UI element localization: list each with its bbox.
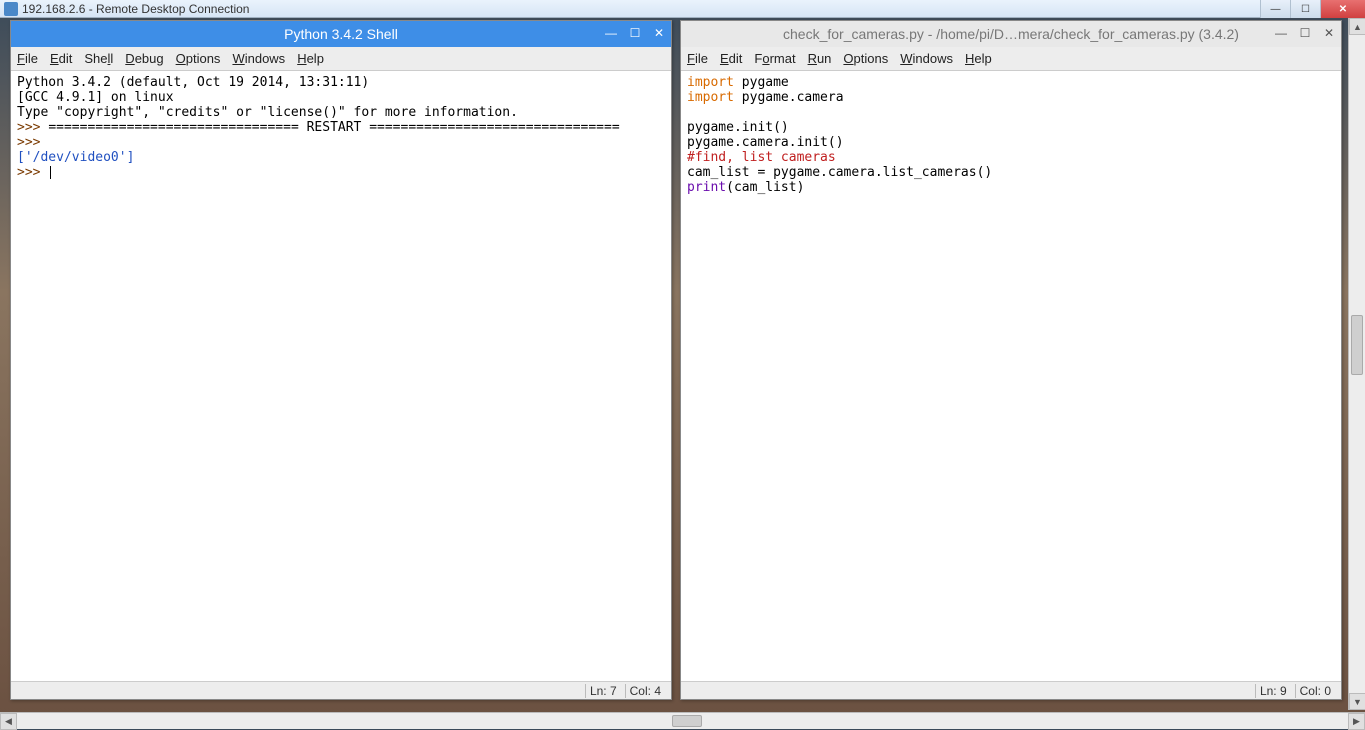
editor-minimize-button[interactable]: — [1273, 25, 1289, 41]
shell-status-col: Col: 4 [625, 684, 665, 698]
scroll-up-icon[interactable]: ▲ [1349, 18, 1365, 35]
scroll-left-icon[interactable]: ◀ [0, 713, 17, 730]
editor-maximize-button[interactable]: ☐ [1297, 25, 1313, 41]
builtin-print: print [687, 180, 726, 195]
remote-desktop-area: Python 3.4.2 Shell — ☐ ✕ File Edit Shell… [0, 18, 1365, 710]
shell-statusbar: Ln: 7 Col: 4 [11, 681, 671, 699]
editor-menu-edit[interactable]: Edit [720, 51, 742, 66]
rdp-close-button[interactable]: ✕ [1320, 0, 1365, 18]
rdp-titlebar: 192.168.2.6 - Remote Desktop Connection … [0, 0, 1365, 18]
rdp-horizontal-scrollbar[interactable]: ◀ ▶ [0, 712, 1365, 729]
editor-menu-format[interactable]: Format [754, 51, 795, 66]
editor-menubar: File Edit Format Run Options Windows Hel… [681, 47, 1341, 71]
shell-prompt: >>> [17, 135, 48, 150]
shell-title: Python 3.4.2 Shell [284, 26, 398, 42]
shell-titlebar[interactable]: Python 3.4.2 Shell — ☐ ✕ [11, 21, 671, 47]
shell-restart: ================================ RESTART… [48, 120, 619, 135]
code-text: pygame [734, 75, 789, 90]
scroll-down-icon[interactable]: ▼ [1349, 693, 1365, 710]
shell-prompt: >>> [17, 120, 48, 135]
shell-banner-line2: [GCC 4.9.1] on linux [17, 90, 174, 105]
shell-output: ['/dev/video0'] [17, 150, 134, 165]
shell-menu-options[interactable]: Options [176, 51, 221, 66]
code-text: (cam_list) [726, 180, 804, 195]
editor-title: check_for_cameras.py - /home/pi/D…mera/c… [783, 26, 1239, 42]
kw-import: import [687, 90, 734, 105]
editor-titlebar[interactable]: check_for_cameras.py - /home/pi/D…mera/c… [681, 21, 1341, 47]
shell-minimize-button[interactable]: — [603, 25, 619, 41]
rdp-vertical-scrollbar[interactable]: ▲ ▼ [1348, 18, 1365, 710]
shell-banner-line3: Type "copyright", "credits" or "license(… [17, 105, 518, 120]
editor-close-button[interactable]: ✕ [1321, 25, 1337, 41]
rdp-minimize-button[interactable]: — [1260, 0, 1290, 18]
rdp-window-controls: — ☐ ✕ [1260, 0, 1365, 18]
code-text: pygame.camera [734, 90, 844, 105]
shell-content[interactable]: Python 3.4.2 (default, Oct 19 2014, 13:3… [11, 71, 671, 681]
kw-import: import [687, 75, 734, 90]
editor-content[interactable]: import pygame import pygame.camera pygam… [681, 71, 1341, 681]
code-text: cam_list = pygame.camera.list_cameras() [687, 165, 992, 180]
rdp-icon [4, 2, 18, 16]
scroll-right-icon[interactable]: ▶ [1348, 713, 1365, 730]
editor-window: check_for_cameras.py - /home/pi/D…mera/c… [680, 20, 1342, 700]
editor-menu-help[interactable]: Help [965, 51, 992, 66]
rdp-maximize-button[interactable]: ☐ [1290, 0, 1320, 18]
shell-close-button[interactable]: ✕ [651, 25, 667, 41]
shell-menu-help[interactable]: Help [297, 51, 324, 66]
shell-status-line: Ln: 7 [585, 684, 621, 698]
code-text: pygame.init() [687, 120, 789, 135]
shell-menu-debug[interactable]: Debug [125, 51, 163, 66]
scroll-track[interactable] [1349, 35, 1365, 693]
shell-menu-file[interactable]: File [17, 51, 38, 66]
editor-menu-file[interactable]: File [687, 51, 708, 66]
editor-menu-options[interactable]: Options [843, 51, 888, 66]
editor-menu-windows[interactable]: Windows [900, 51, 953, 66]
shell-menu-windows[interactable]: Windows [232, 51, 285, 66]
editor-statusbar: Ln: 9 Col: 0 [681, 681, 1341, 699]
scroll-thumb[interactable] [1351, 315, 1363, 375]
editor-status-col: Col: 0 [1295, 684, 1335, 698]
shell-prompt: >>> [17, 165, 48, 180]
shell-menu-edit[interactable]: Edit [50, 51, 72, 66]
shell-menu-shell[interactable]: Shell [84, 51, 113, 66]
python-shell-window: Python 3.4.2 Shell — ☐ ✕ File Edit Shell… [10, 20, 672, 700]
code-text: pygame.camera.init() [687, 135, 844, 150]
editor-menu-run[interactable]: Run [808, 51, 832, 66]
editor-status-line: Ln: 9 [1255, 684, 1291, 698]
shell-maximize-button[interactable]: ☐ [627, 25, 643, 41]
shell-menubar: File Edit Shell Debug Options Windows He… [11, 47, 671, 71]
shell-banner-line1: Python 3.4.2 (default, Oct 19 2014, 13:3… [17, 75, 377, 90]
code-comment: #find, list cameras [687, 150, 836, 165]
scroll-track[interactable] [17, 713, 1348, 730]
text-cursor [50, 166, 51, 179]
rdp-title: 192.168.2.6 - Remote Desktop Connection [22, 2, 249, 16]
scroll-thumb[interactable] [672, 715, 702, 727]
